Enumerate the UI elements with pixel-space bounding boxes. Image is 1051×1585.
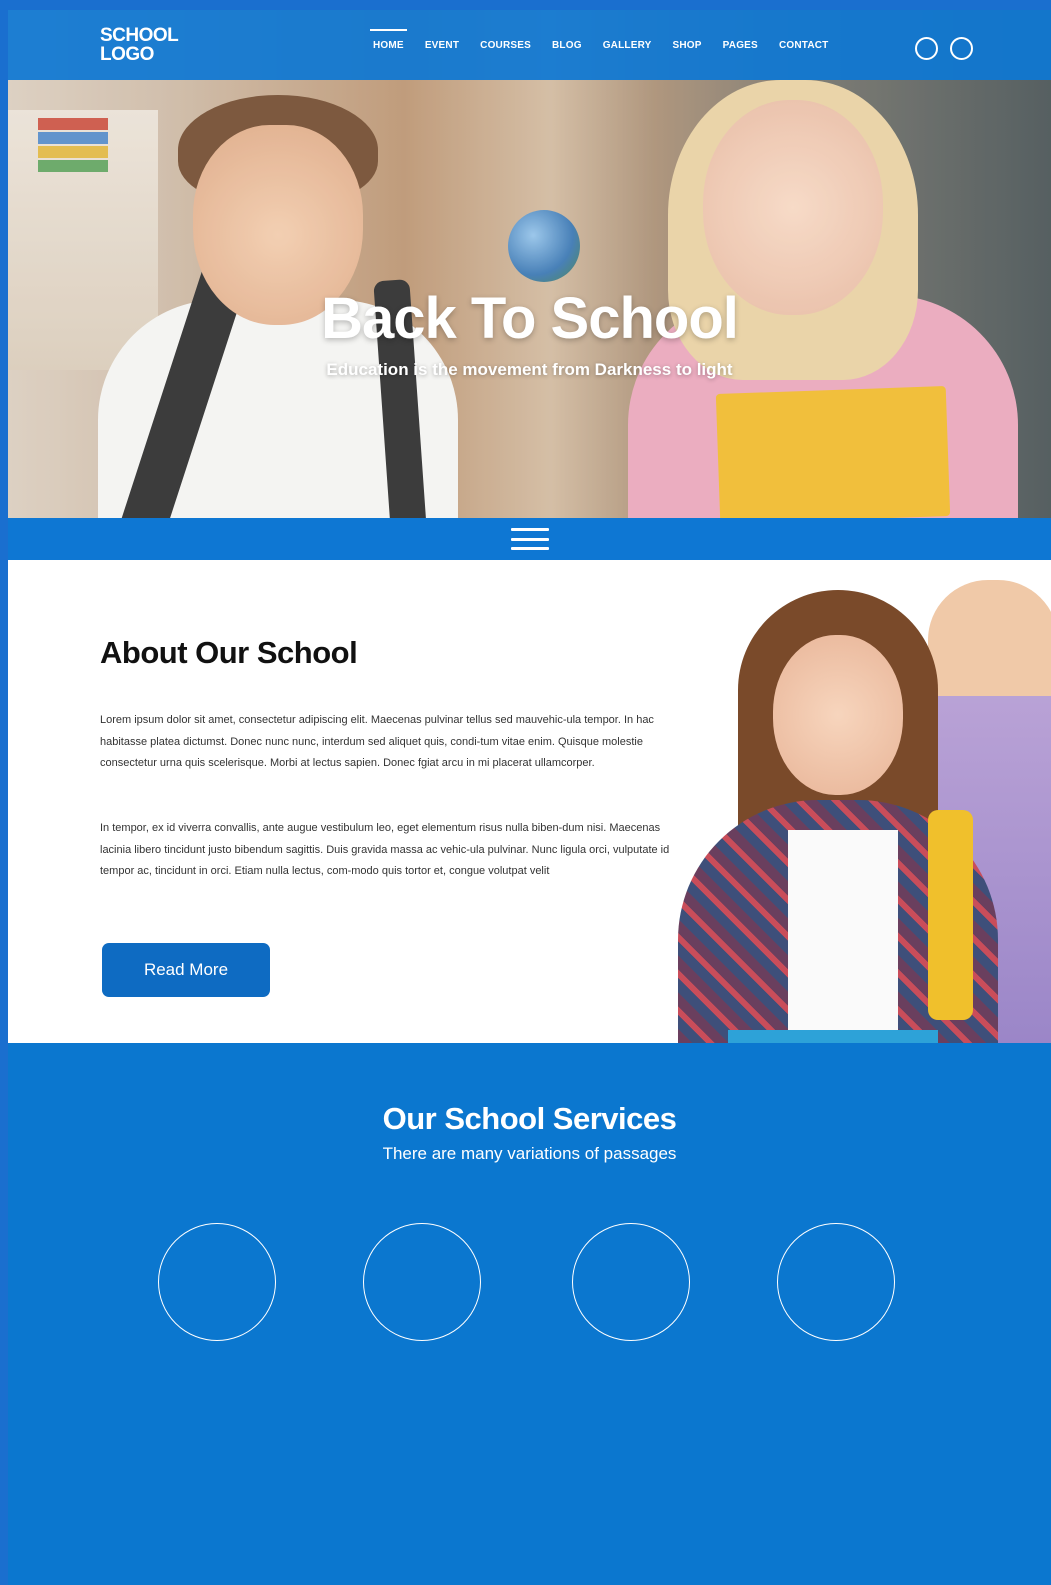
header-circle-icon-2[interactable] xyxy=(950,37,973,60)
site-header: SCHOOL LOGO HOME EVENT COURSES BLOG GALL… xyxy=(8,10,1051,80)
nav-item-courses[interactable]: COURSES xyxy=(480,10,531,80)
site-logo[interactable]: SCHOOL LOGO xyxy=(100,25,179,65)
hero-overlay xyxy=(8,10,1051,518)
main-nav: HOME EVENT COURSES BLOG GALLERY SHOP PAG… xyxy=(370,10,849,80)
nav-item-blog[interactable]: BLOG xyxy=(552,10,582,80)
menu-bar xyxy=(8,518,1051,560)
logo-line-2: LOGO xyxy=(100,44,154,65)
nav-item-gallery[interactable]: GALLERY xyxy=(603,10,652,80)
hero-subtitle: Education is the movement from Darkness … xyxy=(326,360,733,379)
nav-item-pages[interactable]: PAGES xyxy=(723,10,758,80)
logo-line-1: SCHOOL xyxy=(100,25,179,46)
hamburger-menu-icon[interactable] xyxy=(510,528,549,550)
page-frame: Back To School Education is the movement… xyxy=(8,10,1051,1585)
hero-section: Back To School Education is the movement… xyxy=(8,10,1051,518)
hero-title: Back To School xyxy=(321,286,739,351)
services-subtitle: There are many variations of passages xyxy=(382,1144,677,1163)
service-circle-2[interactable] xyxy=(363,1223,481,1341)
service-circle-1[interactable] xyxy=(158,1223,276,1341)
read-more-button[interactable]: Read More xyxy=(102,943,270,997)
services-title: Our School Services xyxy=(382,1101,677,1136)
nav-item-contact[interactable]: CONTACT xyxy=(779,10,829,80)
nav-item-event[interactable]: EVENT xyxy=(425,10,459,80)
service-circle-4[interactable] xyxy=(777,1223,895,1341)
service-circle-3[interactable] xyxy=(572,1223,690,1341)
about-student-image xyxy=(638,580,1051,1043)
header-icons xyxy=(915,37,973,60)
nav-item-shop[interactable]: SHOP xyxy=(673,10,702,80)
header-circle-icon-1[interactable] xyxy=(915,37,938,60)
about-section: About Our School Lorem ipsum dolor sit a… xyxy=(8,560,1051,1043)
about-title: About Our School xyxy=(100,635,358,670)
about-paragraph-1: Lorem ipsum dolor sit amet, consectetur … xyxy=(100,714,654,769)
about-paragraph-2: In tempor, ex id viverra convallis, ante… xyxy=(100,822,670,877)
services-section: Our School Services There are many varia… xyxy=(8,1043,1051,1585)
nav-item-home[interactable]: HOME xyxy=(370,10,407,80)
